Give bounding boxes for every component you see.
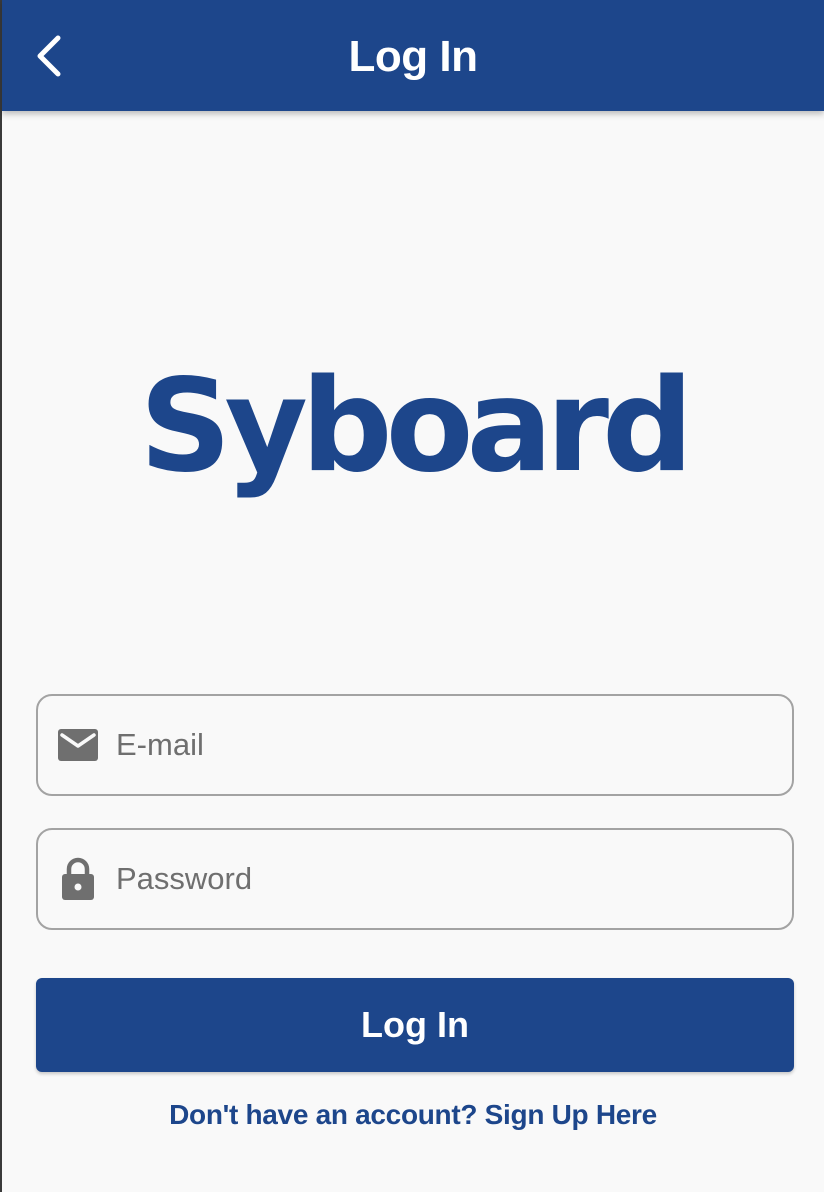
- password-input[interactable]: [116, 830, 776, 928]
- brand-logo: Syboard: [139, 352, 693, 501]
- lock-icon: [56, 830, 100, 928]
- email-field: [36, 694, 794, 796]
- login-button[interactable]: Log In: [36, 978, 794, 1072]
- page-title: Log In: [348, 32, 478, 81]
- app-bar: Log In: [2, 0, 824, 111]
- signup-link[interactable]: Don't have an account? Sign Up Here: [2, 1097, 824, 1133]
- password-field: [36, 828, 794, 930]
- mail-icon: [56, 696, 100, 794]
- email-input[interactable]: [116, 696, 776, 794]
